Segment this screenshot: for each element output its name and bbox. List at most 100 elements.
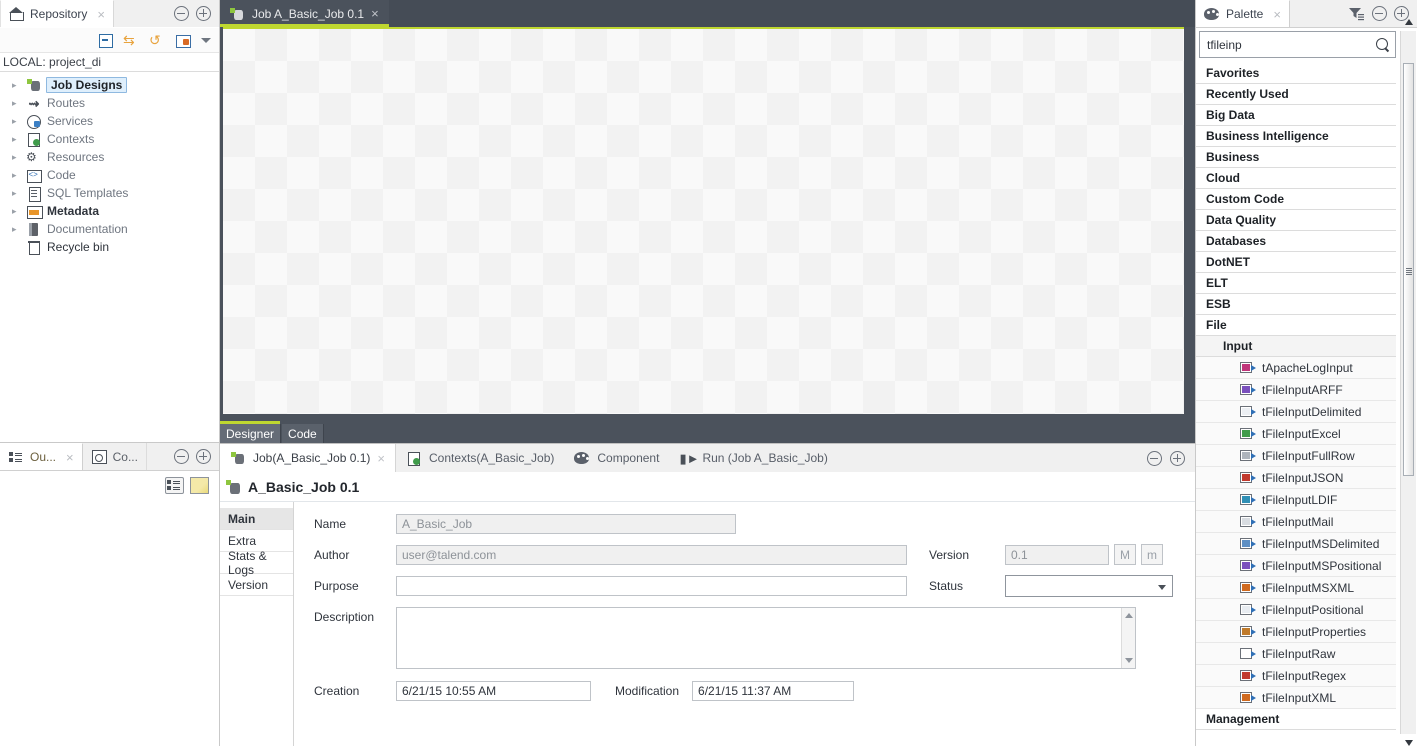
tab-designer[interactable]: Designer — [220, 424, 281, 443]
palette-category[interactable]: Favorites — [1196, 63, 1396, 84]
sidebar-item-contexts[interactable]: ▸ Contexts — [0, 130, 219, 148]
close-icon[interactable]: × — [66, 451, 74, 464]
palette-category[interactable]: Management — [1196, 709, 1396, 730]
palette-component[interactable]: tFileInputLDIF — [1196, 489, 1396, 511]
version-minor-button[interactable]: m — [1141, 544, 1163, 565]
name-field[interactable]: A_Basic_Job — [396, 514, 736, 534]
tab-contexts[interactable]: Contexts(A_Basic_Job) — [396, 444, 564, 472]
palette-component[interactable]: tFileInputFullRow — [1196, 445, 1396, 467]
side-tab-main[interactable]: Main — [220, 508, 293, 530]
scrollbar-thumb[interactable] — [1403, 63, 1414, 476]
collapse-all-icon[interactable] — [97, 33, 114, 48]
tab-code-viewer[interactable]: Co... — [83, 443, 147, 470]
refresh-icon[interactable]: ↺ — [149, 33, 166, 48]
palette-category[interactable]: Business — [1196, 147, 1396, 168]
palette-category[interactable]: File — [1196, 315, 1396, 336]
description-scrollbar[interactable] — [1121, 608, 1135, 668]
sidebar-item-documentation[interactable]: ▸ Documentation — [0, 220, 219, 238]
sidebar-item-job-designs[interactable]: ▸ Job Designs — [0, 76, 219, 94]
palette-component[interactable]: tFileInputRaw — [1196, 643, 1396, 665]
sidebar-item-resources[interactable]: ▸ ⚙ Resources — [0, 148, 219, 166]
expand-arrow-icon[interactable]: ▸ — [12, 99, 22, 108]
palette-category[interactable]: ESB — [1196, 294, 1396, 315]
minimize-button[interactable] — [174, 449, 189, 464]
palette-category[interactable]: DotNET — [1196, 252, 1396, 273]
description-field[interactable] — [396, 607, 1136, 669]
close-icon[interactable]: × — [1273, 8, 1281, 21]
palette-component[interactable]: tFileInputMSDelimited — [1196, 533, 1396, 555]
palette-component[interactable]: tFileInputXML — [1196, 687, 1396, 709]
tab-job-properties[interactable]: Job(A_Basic_Job 0.1) × — [220, 444, 396, 472]
palette-subcategory-input[interactable]: Input — [1196, 336, 1396, 357]
palette-component[interactable]: tFileInputMail — [1196, 511, 1396, 533]
maximize-button[interactable] — [196, 6, 211, 21]
palette-scrollbar[interactable] — [1400, 31, 1416, 734]
author-field[interactable]: user@talend.com — [396, 545, 907, 565]
close-icon[interactable]: × — [97, 8, 105, 21]
palette-search-box[interactable] — [1199, 31, 1396, 58]
palette-category[interactable]: Recently Used — [1196, 84, 1396, 105]
purpose-field[interactable] — [396, 576, 907, 596]
palette-component[interactable]: tApacheLogInput — [1196, 357, 1396, 379]
view-menu-icon[interactable] — [201, 38, 211, 43]
sidebar-item-services[interactable]: ▸ Services — [0, 112, 219, 130]
expand-arrow-icon[interactable]: ▸ — [12, 153, 22, 162]
filter-icon[interactable] — [1348, 6, 1365, 21]
tab-repository[interactable]: Repository × — [0, 0, 114, 27]
tab-run[interactable]: ▮► Run (Job A_Basic_Job) — [669, 444, 837, 472]
sidebar-item-sql-templates[interactable]: ▸ SQL Templates — [0, 184, 219, 202]
status-select[interactable] — [1005, 575, 1173, 597]
minimize-button[interactable] — [174, 6, 189, 21]
expand-arrow-icon[interactable]: ▸ — [12, 207, 22, 216]
palette-component[interactable]: tFileInputMSXML — [1196, 577, 1396, 599]
side-tab-version[interactable]: Version — [220, 574, 293, 596]
palette-component[interactable]: tFileInputPositional — [1196, 599, 1396, 621]
maximize-button[interactable] — [1170, 451, 1185, 466]
scroll-down-icon[interactable] — [1125, 658, 1133, 663]
palette-component[interactable]: tFileInputJSON — [1196, 467, 1396, 489]
palette-category[interactable]: Custom Code — [1196, 189, 1396, 210]
search-icon[interactable] — [1376, 38, 1390, 52]
table-view-button[interactable] — [190, 477, 209, 494]
version-field[interactable]: 0.1 — [1005, 545, 1109, 565]
palette-component[interactable]: tFileInputARFF — [1196, 379, 1396, 401]
expand-arrow-icon[interactable]: ▸ — [12, 81, 22, 90]
minimize-button[interactable] — [1147, 451, 1162, 466]
close-icon[interactable]: × — [377, 451, 385, 466]
palette-category[interactable]: ELT — [1196, 273, 1396, 294]
tab-component[interactable]: Component — [564, 444, 669, 472]
expand-arrow-icon[interactable]: ▸ — [12, 117, 22, 126]
view-detail-icon[interactable] — [175, 33, 192, 48]
outline-view-button[interactable] — [165, 477, 184, 494]
sidebar-item-code[interactable]: ▸ Code — [0, 166, 219, 184]
sidebar-item-metadata[interactable]: ▸ Metadata — [0, 202, 219, 220]
close-icon[interactable]: × — [371, 6, 379, 21]
palette-category[interactable]: Cloud — [1196, 168, 1396, 189]
minimize-button[interactable] — [1372, 6, 1387, 21]
sidebar-item-routes[interactable]: ▸ ⇝ Routes — [0, 94, 219, 112]
sidebar-item-recycle-bin[interactable]: Recycle bin — [0, 238, 219, 256]
palette-component[interactable]: tFileInputExcel — [1196, 423, 1396, 445]
palette-category[interactable]: Big Data — [1196, 105, 1396, 126]
palette-component[interactable]: tFileInputMSPositional — [1196, 555, 1396, 577]
tab-palette[interactable]: Palette × — [1196, 0, 1290, 27]
tab-code[interactable]: Code — [282, 424, 324, 443]
palette-component[interactable]: tFileInputRegex — [1196, 665, 1396, 687]
tab-outline[interactable]: Ou... × — [0, 443, 83, 470]
expand-arrow-icon[interactable]: ▸ — [12, 135, 22, 144]
palette-component[interactable]: tFileInputProperties — [1196, 621, 1396, 643]
sync-arrows-icon[interactable]: ⇆ — [123, 33, 140, 48]
version-major-button[interactable]: M — [1114, 544, 1136, 565]
palette-component[interactable]: tFileInputDelimited — [1196, 401, 1396, 423]
scroll-up-icon[interactable] — [1405, 19, 1413, 25]
side-tab-stats-logs[interactable]: Stats & Logs — [220, 552, 293, 574]
palette-category[interactable]: Business Intelligence — [1196, 126, 1396, 147]
maximize-button[interactable] — [196, 449, 211, 464]
scroll-down-icon[interactable] — [1405, 740, 1413, 746]
expand-arrow-icon[interactable]: ▸ — [12, 189, 22, 198]
job-design-canvas[interactable] — [223, 27, 1184, 414]
palette-category[interactable]: Databases — [1196, 231, 1396, 252]
tab-job-editor[interactable]: Job A_Basic_Job 0.1 × — [220, 0, 389, 27]
expand-arrow-icon[interactable]: ▸ — [12, 171, 22, 180]
expand-arrow-icon[interactable]: ▸ — [12, 225, 22, 234]
